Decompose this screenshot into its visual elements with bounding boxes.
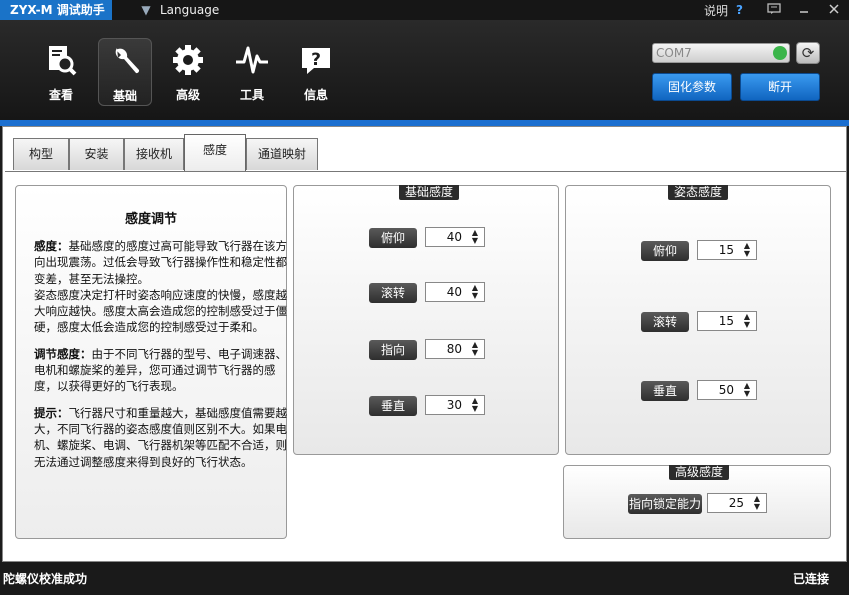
close-button[interactable] [819, 3, 849, 18]
com-port-value: COM7 [656, 46, 692, 60]
heading-lock-spinbox[interactable]: 25 ▲ ▼ [707, 493, 767, 513]
spinner-arrows-icon[interactable]: ▲ ▼ [742, 242, 752, 258]
spinner-arrows-icon[interactable]: ▲ ▼ [470, 284, 480, 300]
attitude-roll-value: 15 [718, 314, 734, 328]
attitude-pitch-spinbox[interactable]: 15 ▲ ▼ [697, 240, 757, 260]
toolbar-view-button[interactable]: 查看 [34, 38, 88, 106]
spinner-arrows-icon[interactable]: ▲ ▼ [470, 341, 480, 357]
help-icon[interactable]: ? [736, 3, 743, 17]
app-title: ZYX-M 调试助手 [0, 0, 112, 20]
basic-vertical-label: 垂直 [369, 396, 417, 416]
attitude-vertical-label: 垂直 [641, 381, 689, 401]
language-dropdown[interactable]: ▼ Language [132, 0, 219, 20]
disconnect-button[interactable]: 断开 [740, 73, 820, 101]
info-paragraph-tip: 提示：飞行器尺寸和重量越大，基础感度值需要越大，不同飞行器的姿态感度值则区别不大… [34, 405, 287, 470]
attitude-roll-spinbox[interactable]: 15 ▲ ▼ [697, 311, 757, 331]
wrench-icon [115, 48, 140, 74]
attitude-vertical-spinbox[interactable]: 50 ▲ ▼ [697, 380, 757, 400]
toolbar-info-button[interactable]: ? 信息 [289, 38, 343, 106]
tab-divider [5, 171, 846, 172]
spinner-arrows-icon[interactable]: ▲ ▼ [742, 313, 752, 329]
attitude-pitch-label: 俯仰 [641, 241, 689, 261]
language-label: Language [160, 3, 220, 17]
basic-yaw-value: 80 [446, 342, 462, 356]
tab-installation[interactable]: 安装 [69, 138, 124, 170]
toolbar-view-label: 查看 [48, 88, 73, 102]
info-bubble-icon: ? [302, 48, 330, 74]
attitude-gain-panel: 姿态感度 俯仰 15 ▲ ▼ 滚转 15 ▲ ▼ 垂直 50 ▲ ▼ [565, 185, 831, 455]
basic-vertical-value: 30 [446, 398, 462, 412]
chevron-down-icon: ▼ [141, 3, 151, 17]
connection-status-icon [773, 46, 787, 60]
refresh-icon: ⟳ [801, 44, 815, 62]
attitude-pitch-value: 15 [718, 243, 734, 257]
view-icon [49, 46, 77, 76]
com-port-select[interactable]: COM7 [652, 43, 790, 63]
help-link[interactable]: 说明 [704, 2, 728, 19]
refresh-button[interactable]: ⟳ [796, 42, 820, 64]
toolbar-advanced-button[interactable]: 高级 [161, 38, 215, 106]
svg-text:?: ? [311, 50, 321, 70]
toolbar-basic-label: 基础 [112, 89, 137, 103]
fix-params-button[interactable]: 固化参数 [652, 73, 732, 101]
info-p1-more: 姿态感度决定打杆时姿态响应速度的快慢，感度越大响应越快。感度太高会造成您的控制感… [34, 287, 287, 335]
toolbar-basic-button[interactable]: 基础 [98, 38, 152, 106]
connection-status: 已连接 [792, 572, 829, 586]
heading-lock-value: 25 [728, 496, 744, 510]
basic-yaw-spinbox[interactable]: 80 ▲ ▼ [425, 339, 485, 359]
feedback-icon[interactable] [759, 2, 789, 18]
basic-gain-panel: 基础感度 俯仰 40 ▲ ▼ 滚转 40 ▲ ▼ 指向 80 ▲ ▼ 垂直 30 ▲ ▼ [293, 185, 559, 455]
basic-roll-label: 滚转 [369, 283, 417, 303]
minimize-button[interactable] [789, 3, 819, 18]
toolbar-tools-label: 工具 [239, 88, 264, 102]
info-paragraph-gain: 感度：基础感度的感度过高可能导致飞行器在该方向出现震荡。过低会导致飞行器操作性和… [34, 238, 287, 336]
info-title: 感度调节 [124, 212, 177, 227]
info-p2-head: 调节感度： [34, 346, 92, 361]
info-p3-body: 飞行器尺寸和重量越大，基础感度值需要越大，不同飞行器的姿态感度值则区别不大。如果… [34, 405, 287, 469]
attitude-roll-label: 滚转 [641, 312, 689, 332]
basic-pitch-value: 40 [446, 230, 462, 244]
basic-gain-title: 基础感度 [399, 185, 459, 200]
info-p3-head: 提示： [34, 405, 69, 420]
tab-gain[interactable]: 感度 [184, 134, 246, 172]
attitude-vertical-value: 50 [718, 383, 734, 397]
status-bar: 陀螺仪校准成功 已连接 [0, 562, 849, 595]
title-bar: ZYX-M 调试助手 ▼ Language 说明 ? [0, 0, 849, 20]
toolbar-advanced-label: 高级 [175, 88, 200, 102]
main-toolbar: 查看 基础 高级 工具 ? 信息 COM7 ⟳ 固化参数 断开 [0, 20, 849, 120]
tab-configuration[interactable]: 构型 [13, 138, 69, 170]
basic-pitch-spinbox[interactable]: 40 ▲ ▼ [425, 227, 485, 247]
toolbar-info-label: 信息 [303, 88, 328, 102]
info-panel: 感度调节 感度：基础感度的感度过高可能导致飞行器在该方向出现震荡。过低会导致飞行… [15, 185, 287, 539]
basic-yaw-label: 指向 [369, 340, 417, 360]
info-body: 感度：基础感度的感度过高可能导致飞行器在该方向出现震荡。过低会导致飞行器操作性和… [34, 238, 287, 480]
toolbar-tools-button[interactable]: 工具 [225, 38, 279, 106]
waveform-icon [236, 46, 268, 74]
info-paragraph-adjust: 调节感度：由于不同飞行器的型号、电子调速器、电机和螺旋桨的差异，您可通过调节飞行… [34, 346, 287, 395]
gear-icon [173, 45, 203, 75]
basic-vertical-spinbox[interactable]: 30 ▲ ▼ [425, 395, 485, 415]
spinner-arrows-icon[interactable]: ▲ ▼ [742, 382, 752, 398]
tab-receiver[interactable]: 接收机 [124, 138, 184, 170]
info-p1-head: 感度： [34, 239, 69, 253]
spinner-arrows-icon[interactable]: ▲ ▼ [752, 495, 762, 511]
attitude-gain-title: 姿态感度 [668, 185, 728, 200]
basic-roll-value: 40 [446, 285, 462, 299]
basic-roll-spinbox[interactable]: 40 ▲ ▼ [425, 282, 485, 302]
heading-lock-label: 指向锁定能力 [628, 494, 702, 514]
advanced-gain-title: 高级感度 [669, 465, 729, 480]
info-p1-body: 基础感度的感度过高可能导致飞行器在该方向出现震荡。过低会导致飞行器操作性和稳定性… [34, 239, 287, 286]
spinner-arrows-icon[interactable]: ▲ ▼ [470, 397, 480, 413]
main-content: 构型 安装 接收机 感度 通道映射 感度调节 感度：基础感度的感度过高可能导致飞… [2, 126, 847, 562]
basic-pitch-label: 俯仰 [369, 228, 417, 248]
status-message: 陀螺仪校准成功 [3, 572, 88, 586]
tab-channel-mapping[interactable]: 通道映射 [246, 138, 318, 170]
advanced-gain-panel: 高级感度 指向锁定能力 25 ▲ ▼ [563, 465, 831, 539]
spinner-arrows-icon[interactable]: ▲ ▼ [470, 229, 480, 245]
